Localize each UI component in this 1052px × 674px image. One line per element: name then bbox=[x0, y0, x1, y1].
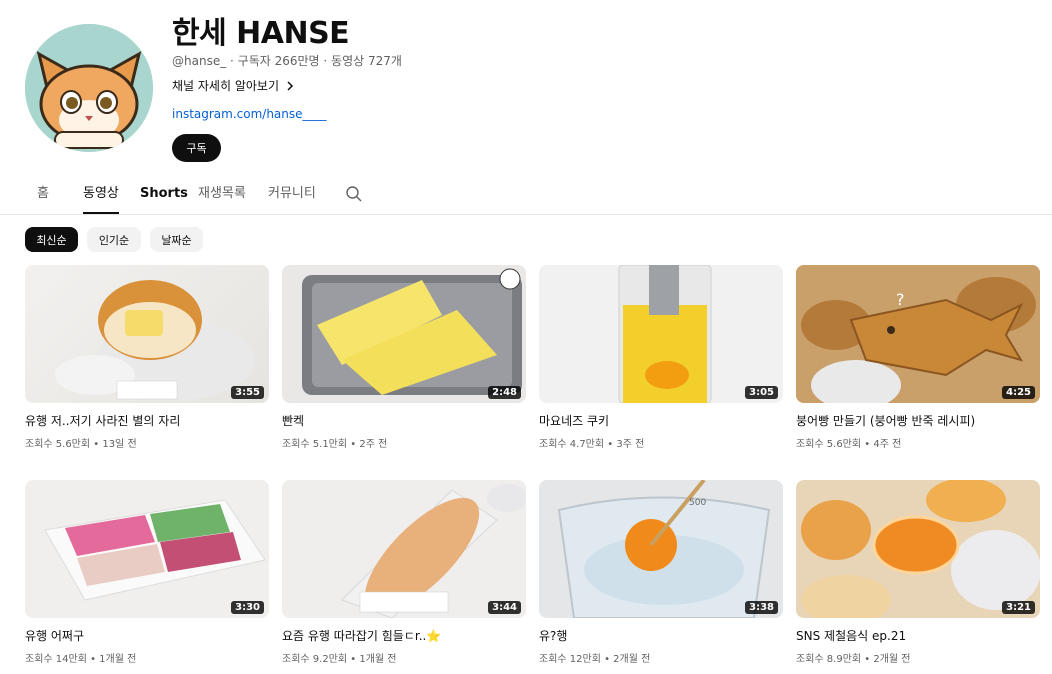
video-thumbnail[interactable]: 2:48 bbox=[282, 265, 526, 403]
video-title[interactable]: 빤켁 bbox=[282, 413, 526, 429]
video-thumbnail[interactable]: 3:30 bbox=[25, 480, 269, 618]
video-meta: 조회수 5.6만회 • 13일 전 bbox=[25, 439, 137, 450]
video-title[interactable]: SNS 제철음식 ep.21 bbox=[796, 628, 1040, 644]
tab-shorts[interactable]: Shorts bbox=[140, 178, 188, 212]
fish-bread-thumbnail-image: ? bbox=[796, 265, 1040, 403]
video-title[interactable]: 요즘 유행 따라잡기 힘들ㄷr..⭐ bbox=[282, 628, 526, 644]
svg-text:?: ? bbox=[896, 290, 905, 309]
meta-separator: · bbox=[230, 54, 238, 68]
tab-playlists[interactable]: 재생목록 bbox=[198, 178, 246, 212]
video-card[interactable]: 500 3:38 유?행 조회수 12만회 • 2개월 전 bbox=[539, 480, 783, 665]
video-meta: 조회수 14만회 • 1개월 전 bbox=[25, 654, 137, 665]
more-info-label: 채널 자세히 알아보기 bbox=[172, 79, 279, 93]
video-thumbnail[interactable]: 3:05 bbox=[539, 265, 783, 403]
video-count: 동영상 727개 bbox=[331, 54, 402, 68]
video-card[interactable]: ? 4:25 붕어빵 만들기 (붕어빵 반죽 레시피) 조회수 5.6만회 • … bbox=[796, 265, 1040, 450]
video-duration: 3:38 bbox=[745, 601, 778, 614]
cat-avatar-image bbox=[25, 24, 153, 152]
subscribe-button[interactable]: 구독 bbox=[172, 134, 221, 162]
roll-bag-thumbnail-image bbox=[341, 484, 526, 618]
video-card[interactable]: 3:44 요즘 유행 따라잡기 힘들ㄷr..⭐ 조회수 9.2만회 • 1개월 … bbox=[282, 480, 526, 665]
video-duration: 3:55 bbox=[231, 386, 264, 399]
instagram-link[interactable]: instagram.com/hanse____ bbox=[172, 107, 327, 121]
video-duration: 4:25 bbox=[1002, 386, 1035, 399]
video-thumbnail[interactable]: ? 4:25 bbox=[796, 265, 1040, 403]
chevron-right-icon bbox=[287, 80, 294, 91]
subscriber-count: 구독자 266만명 bbox=[237, 54, 320, 68]
video-duration: 3:21 bbox=[1002, 601, 1035, 614]
video-title[interactable]: 마요네즈 쿠키 bbox=[539, 413, 783, 429]
tanghulu-thumbnail-image: 500 bbox=[557, 480, 771, 618]
mayonnaise-thumbnail-image bbox=[618, 265, 712, 403]
video-meta: 조회수 9.2만회 • 1개월 전 bbox=[282, 654, 397, 665]
video-title[interactable]: 유행 저..저기 사라진 별의 자리 bbox=[25, 413, 269, 429]
video-card[interactable]: 3:55 유행 저..저기 사라진 별의 자리 조회수 5.6만회 • 13일 … bbox=[25, 265, 269, 450]
crepe-thumbnail-image bbox=[302, 268, 522, 395]
video-duration: 3:05 bbox=[745, 386, 778, 399]
channel-meta: @hanse_ · 구독자 266만명 · 동영상 727개 bbox=[172, 52, 402, 69]
svg-text:500: 500 bbox=[689, 498, 706, 508]
video-meta: 조회수 5.6만회 • 4주 전 bbox=[796, 439, 902, 450]
video-meta: 조회수 12만회 • 2개월 전 bbox=[539, 654, 651, 665]
video-title[interactable]: 붕어빵 만들기 (붕어빵 반죽 레시피) bbox=[796, 413, 1040, 429]
video-card[interactable]: 3:21 SNS 제철음식 ep.21 조회수 8.9만회 • 2개월 전 bbox=[796, 480, 1040, 665]
video-duration: 2:48 bbox=[488, 386, 521, 399]
tab-home[interactable]: 홈 bbox=[37, 178, 49, 212]
video-duration: 3:30 bbox=[231, 601, 264, 614]
video-meta: 조회수 5.1만회 • 2주 전 bbox=[282, 439, 388, 450]
video-title[interactable]: 유?행 bbox=[539, 628, 783, 644]
channel-avatar[interactable] bbox=[25, 24, 153, 152]
video-thumbnail[interactable]: 3:55 bbox=[25, 265, 269, 403]
video-card[interactable]: 3:05 마요네즈 쿠키 조회수 4.7만회 • 3주 전 bbox=[539, 265, 783, 450]
bun-thumbnail-image bbox=[55, 280, 255, 400]
video-thumbnail[interactable]: 3:21 bbox=[796, 480, 1040, 618]
channel-name: 한세 HANSE bbox=[172, 16, 350, 51]
tab-videos[interactable]: 동영상 bbox=[83, 178, 119, 214]
channel-tabs: 홈 동영상 Shorts 재생목록 커뮤니티 bbox=[0, 178, 1052, 215]
video-card[interactable]: 2:48 빤켁 조회수 5.1만회 • 2주 전 bbox=[282, 265, 526, 450]
search-icon[interactable] bbox=[345, 185, 363, 203]
video-duration: 3:44 bbox=[488, 601, 521, 614]
video-card[interactable]: 3:30 유행 어쩌구 조회수 14만회 • 1개월 전 bbox=[25, 480, 269, 665]
tab-community[interactable]: 커뮤니티 bbox=[268, 178, 316, 212]
meta-separator: · bbox=[323, 54, 332, 68]
chip-popular[interactable]: 인기순 bbox=[87, 227, 141, 252]
channel-handle: @hanse_ bbox=[172, 54, 227, 68]
video-meta: 조회수 8.9만회 • 2개월 전 bbox=[796, 654, 911, 665]
seasonal-food-thumbnail-image bbox=[801, 480, 1040, 618]
video-thumbnail[interactable]: 500 3:38 bbox=[539, 480, 783, 618]
video-meta: 조회수 4.7만회 • 3주 전 bbox=[539, 439, 645, 450]
video-title[interactable]: 유행 어쩌구 bbox=[25, 628, 269, 644]
channel-more-info-link[interactable]: 채널 자세히 알아보기 bbox=[172, 77, 295, 94]
video-thumbnail[interactable]: 3:44 bbox=[282, 480, 526, 618]
chip-latest[interactable]: 최신순 bbox=[25, 227, 78, 252]
chip-oldest[interactable]: 날짜순 bbox=[150, 227, 203, 252]
ice-tray-thumbnail-image bbox=[44, 499, 266, 601]
